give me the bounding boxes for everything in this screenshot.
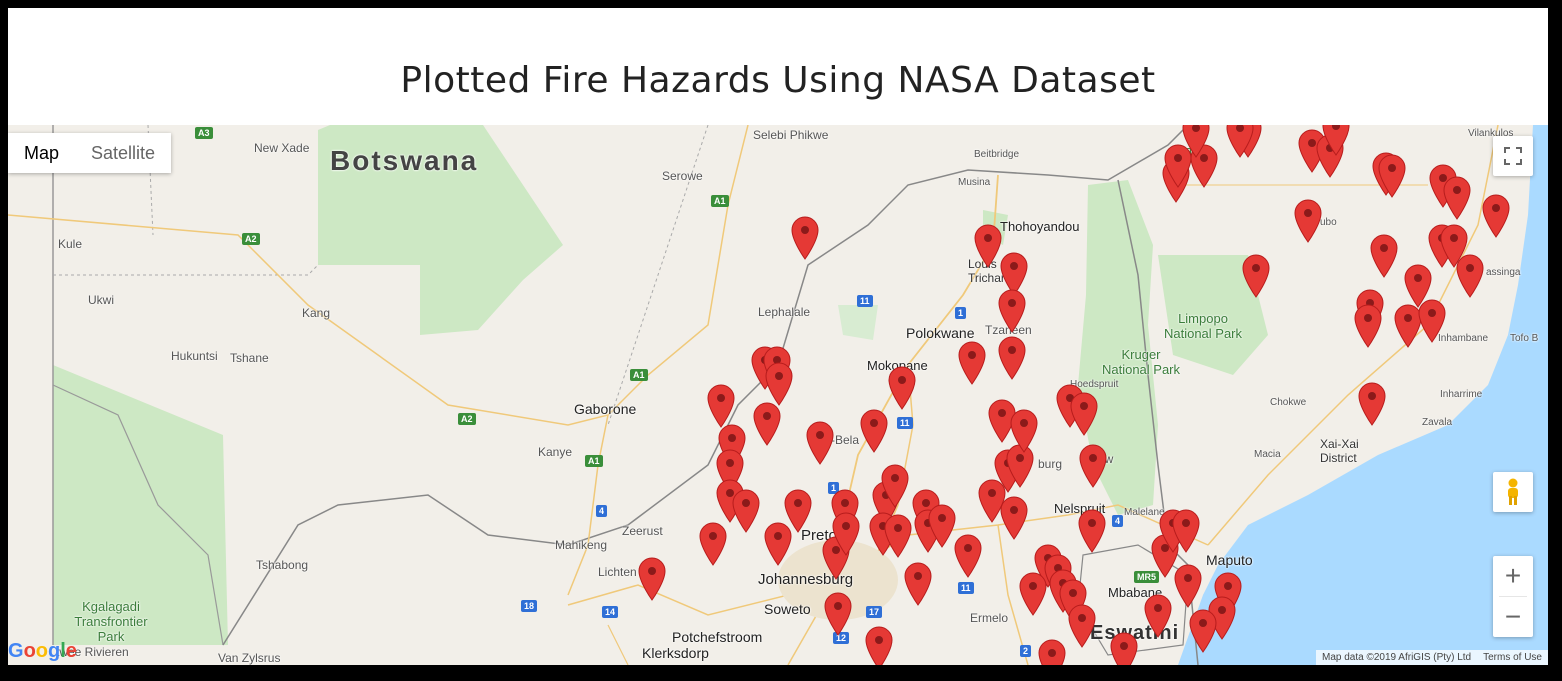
fire-marker[interactable] xyxy=(888,366,916,410)
map-type-satellite-button[interactable]: Satellite xyxy=(75,133,171,173)
fire-marker[interactable] xyxy=(764,522,792,566)
fire-marker[interactable] xyxy=(1110,632,1138,665)
fire-marker[interactable] xyxy=(1144,594,1172,638)
fire-marker[interactable] xyxy=(784,489,812,533)
fire-marker[interactable] xyxy=(974,224,1002,268)
fire-marker[interactable] xyxy=(806,421,834,465)
map-attribution: Map data ©2019 AfriGIS (Pty) Ltd Terms o… xyxy=(1315,650,1548,665)
fire-marker[interactable] xyxy=(791,216,819,260)
fire-marker[interactable] xyxy=(1189,609,1217,653)
google-logo: Google xyxy=(8,640,77,662)
fire-marker[interactable] xyxy=(1482,194,1510,238)
fire-marker[interactable] xyxy=(707,384,735,428)
fire-marker[interactable] xyxy=(1443,176,1471,220)
fire-marker[interactable] xyxy=(1000,252,1028,296)
zoom-control: + − xyxy=(1493,556,1533,637)
map-type-map-button[interactable]: Map xyxy=(8,133,75,173)
fire-marker[interactable] xyxy=(732,489,760,533)
fire-marker[interactable] xyxy=(1358,382,1386,426)
fullscreen-icon xyxy=(1504,147,1522,165)
map-data-credit: Map data ©2019 AfriGIS (Pty) Ltd xyxy=(1321,652,1472,663)
fire-marker[interactable] xyxy=(884,514,912,558)
fire-marker[interactable] xyxy=(765,362,793,406)
fire-marker[interactable] xyxy=(860,409,888,453)
street-view-pegman-button[interactable] xyxy=(1493,472,1533,512)
fire-marker[interactable] xyxy=(998,336,1026,380)
fire-marker[interactable] xyxy=(1079,444,1107,488)
zoom-in-button[interactable]: + xyxy=(1493,556,1533,596)
fire-marker[interactable] xyxy=(1418,299,1446,343)
fire-marker[interactable] xyxy=(1078,509,1106,553)
map-view[interactable]: Botswana Eswatini Selebi Phikwe New Xade… xyxy=(8,125,1548,665)
fire-marker-layer xyxy=(638,125,1510,665)
fire-marker[interactable] xyxy=(699,522,727,566)
fire-marker[interactable] xyxy=(1000,496,1028,540)
fire-marker[interactable] xyxy=(824,592,852,636)
fire-marker[interactable] xyxy=(1070,392,1098,436)
fire-marker[interactable] xyxy=(1456,254,1484,298)
page-title: Plotted Fire Hazards Using NASA Dataset xyxy=(400,60,1156,102)
terms-of-use-link[interactable]: Terms of Use xyxy=(1483,652,1542,663)
fire-marker[interactable] xyxy=(954,534,982,578)
pegman-icon xyxy=(1508,478,1518,505)
fire-marker[interactable] xyxy=(1174,564,1202,608)
fire-marker[interactable] xyxy=(1354,304,1382,348)
fire-marker[interactable] xyxy=(753,402,781,446)
fire-marker[interactable] xyxy=(904,562,932,606)
fire-marker[interactable] xyxy=(865,626,893,665)
map-type-control: Map Satellite xyxy=(8,133,172,173)
zoom-out-button[interactable]: − xyxy=(1493,597,1533,637)
fire-marker[interactable] xyxy=(1370,234,1398,278)
fire-marker[interactable] xyxy=(1038,639,1066,665)
fire-marker[interactable] xyxy=(998,289,1026,333)
fire-marker[interactable] xyxy=(978,479,1006,523)
fire-marker[interactable] xyxy=(1242,254,1270,298)
fire-marker[interactable] xyxy=(958,341,986,385)
fire-marker[interactable] xyxy=(1019,572,1047,616)
page-frame: Plotted Fire Hazards Using NASA Dataset xyxy=(8,8,1548,665)
fire-marker[interactable] xyxy=(1294,199,1322,243)
fire-marker[interactable] xyxy=(1394,304,1422,348)
fullscreen-button[interactable] xyxy=(1493,136,1533,176)
fire-marker[interactable] xyxy=(638,557,666,601)
fire-marker[interactable] xyxy=(1068,604,1096,648)
